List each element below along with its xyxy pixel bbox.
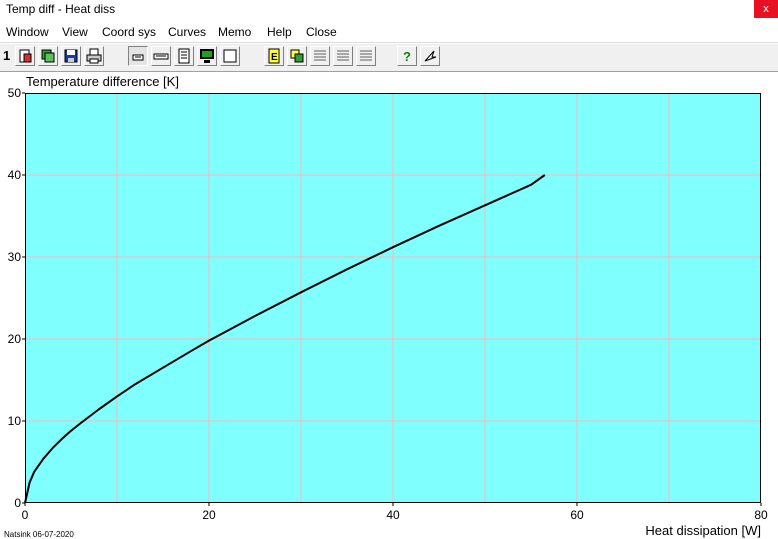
menu-close[interactable]: Close [306, 25, 337, 39]
x-tick-label: 40 [386, 508, 400, 522]
y-tick-label: 50 [8, 86, 22, 100]
print-icon [86, 48, 102, 64]
svg-text:?: ? [403, 49, 411, 64]
x-tick-label: 80 [754, 508, 768, 522]
small-window-icon [132, 54, 144, 61]
list-icon [314, 50, 326, 61]
copy-icon [41, 49, 55, 63]
pointer-icon [424, 50, 437, 62]
blank-frame-button[interactable] [220, 46, 240, 66]
paste-button[interactable] [287, 46, 307, 66]
save-button[interactable] [61, 46, 81, 66]
blank-frame-icon [223, 49, 237, 63]
new-doc-button[interactable] [15, 46, 35, 66]
monitor-button[interactable] [197, 46, 217, 66]
menu-coord-sys[interactable]: Coord sys [102, 25, 156, 39]
toolbar: 1 E ? [0, 44, 778, 72]
menu-window[interactable]: Window [6, 25, 49, 39]
y-tick-label: 10 [8, 414, 22, 428]
help-button[interactable]: ? [397, 46, 417, 66]
window-number: 1 [3, 48, 11, 63]
x-tick-label: 60 [570, 508, 584, 522]
list-icon [337, 50, 349, 61]
wide-window-button[interactable] [151, 46, 171, 66]
e-button[interactable]: E [264, 46, 284, 66]
print-button[interactable] [84, 46, 104, 66]
copy-button[interactable] [38, 46, 58, 66]
small-window-button[interactable] [128, 46, 148, 66]
x-axis-label: Heat dissipation [W] [645, 523, 761, 538]
paste-icon [290, 49, 304, 63]
list-icon [360, 50, 372, 61]
list-button-2[interactable] [333, 46, 353, 66]
y-tick-label: 30 [8, 250, 22, 264]
menu-bar: Window View Coord sys Curves Memo Help C… [0, 22, 778, 43]
window-title: Temp diff - Heat diss [6, 2, 116, 16]
x-tick-label: 0 [22, 508, 29, 522]
chart: 0 20 40 60 80 0 10 20 30 40 50 Temperature differe… [8, 74, 768, 538]
wide-window-icon [153, 53, 169, 60]
x-tick-label: 20 [202, 508, 216, 522]
new-doc-icon [19, 49, 32, 63]
title-bar: Temp diff - Heat diss x [0, 0, 778, 20]
y-tick-label: 0 [14, 496, 21, 510]
page-icon [178, 48, 190, 64]
list-button-1[interactable] [310, 46, 330, 66]
list-button-3[interactable] [356, 46, 376, 66]
e-icon: E [268, 48, 280, 64]
pointer-button[interactable] [420, 46, 440, 66]
y-tick-label: 20 [8, 332, 22, 346]
menu-view[interactable]: View [62, 25, 88, 39]
menu-curves[interactable]: Curves [168, 25, 206, 39]
chart-area: 0 20 40 60 80 0 10 20 30 40 50 Temperature differe… [0, 72, 778, 538]
svg-text:E: E [271, 52, 278, 63]
menu-memo[interactable]: Memo [218, 25, 251, 39]
save-icon [64, 49, 78, 63]
monitor-icon [200, 49, 214, 63]
page-button[interactable] [174, 46, 194, 66]
y-axis-label: Temperature difference [K] [26, 74, 179, 89]
menu-help[interactable]: Help [267, 25, 292, 39]
y-tick-label: 40 [8, 168, 22, 182]
help-icon: ? [403, 49, 411, 64]
close-button[interactable]: x [754, 0, 778, 18]
